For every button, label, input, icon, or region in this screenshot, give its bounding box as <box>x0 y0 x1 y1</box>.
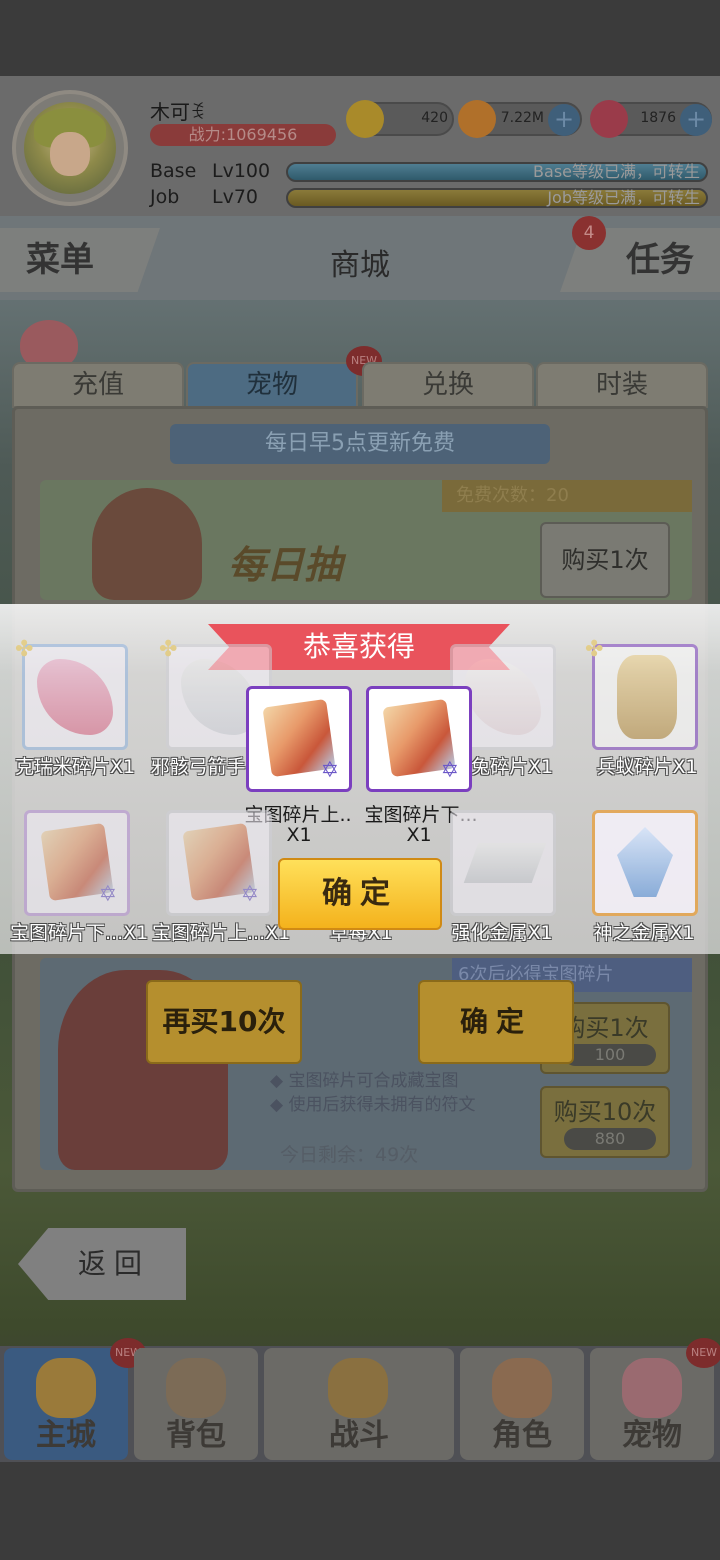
clover-icon: ✤ <box>15 637 34 662</box>
avatar-face <box>50 132 90 176</box>
character-icon <box>492 1358 552 1418</box>
bottom-nav-battle-label: 战斗 <box>329 1418 389 1453</box>
job-label: Job <box>150 186 180 208</box>
base-level: Lv100 <box>212 160 271 182</box>
daily-draw-title: 每日抽 <box>228 543 343 587</box>
featured-item-qty: X1 <box>406 824 432 846</box>
gold-coin-icon <box>458 100 496 138</box>
cremy-shard-icon <box>37 659 113 735</box>
job-level: Lv70 <box>212 186 259 208</box>
backpack-icon <box>166 1358 226 1418</box>
bottom-nav-battle[interactable]: 战斗 <box>264 1348 454 1460</box>
bullet-2: ◆ 使用后获得未拥有的符文 <box>270 1095 476 1115</box>
gold-value: 7.22M <box>500 110 544 126</box>
status-bar-area <box>0 0 720 76</box>
reward-item-label: 邪骸弓箭手 <box>150 756 246 778</box>
tab-pet[interactable]: 宠物 <box>186 362 358 408</box>
enhancement-metal-icon <box>463 843 547 883</box>
zeny-coin-icon <box>346 100 384 138</box>
reward-item[interactable]: ✤ <box>585 637 698 750</box>
reward-item[interactable]: ✡ <box>24 810 130 916</box>
reward-item-label: 宝图碎片上...X1 <box>152 922 291 944</box>
bottom-nav-character[interactable]: 角色 <box>460 1348 584 1460</box>
player-name: 木可ꉂ <box>150 96 206 125</box>
reward-item-label: 兵蚁碎片X1 <box>596 756 698 778</box>
pet-new-badge: NEW <box>686 1338 720 1368</box>
remaining-count: 今日剩余：49次 <box>280 1144 419 1166</box>
divine-metal-crystal-icon <box>617 827 673 897</box>
confirm-button[interactable]: 确定 <box>278 858 442 930</box>
bottom-nav-character-label: 角色 <box>492 1418 552 1453</box>
star-of-david-icon: ✡ <box>98 882 117 907</box>
buy-ten-label: 购买10次 <box>553 1098 657 1126</box>
reward-item[interactable] <box>592 810 698 916</box>
star-of-david-icon: ✡ <box>440 758 459 783</box>
reward-item-label: 强化金属X1 <box>451 922 553 944</box>
featured-item-qty: X1 <box>286 824 312 846</box>
combat-power: 战力:1069456 <box>150 124 336 146</box>
add-gem-icon[interactable]: + <box>680 104 712 136</box>
castle-icon <box>36 1358 96 1418</box>
zeny-value: 420 <box>421 110 448 126</box>
navigation-bar-area <box>0 1462 720 1560</box>
player-name-tag: ꉂ <box>190 100 206 124</box>
avatar[interactable] <box>24 102 116 194</box>
reward-item[interactable]: ✡ <box>166 810 272 916</box>
gem-value: 1876 <box>640 110 676 126</box>
base-exp-bar: Base等级已满，可转生 <box>286 162 708 182</box>
bullet-1-text: 宝图碎片可合成藏宝图 <box>288 1071 459 1091</box>
job-exp-bar: Job等级已满，可转生 <box>286 188 708 208</box>
featured-reward-item[interactable]: ✡ <box>366 686 472 792</box>
star-of-david-icon: ✡ <box>240 882 259 907</box>
page-title: 商城 <box>330 248 390 283</box>
star-of-david-icon: ✡ <box>320 758 339 783</box>
clover-icon: ✤ <box>159 637 178 662</box>
bunny-shard-icon <box>465 659 541 735</box>
bottom-nav-bag[interactable]: 背包 <box>134 1348 258 1460</box>
bottom-nav-main-city-label: 主城 <box>36 1418 96 1453</box>
base-label: Base <box>150 160 197 182</box>
buy-again-ten-button[interactable]: 再买10次 <box>146 980 302 1064</box>
tab-fashion[interactable]: 时装 <box>536 362 708 408</box>
reward-item-label: 克瑞米碎片X1 <box>14 756 136 778</box>
pet-poring-icon <box>622 1358 682 1418</box>
clover-icon: ✤ <box>585 637 604 662</box>
back-button[interactable]: 返回 <box>18 1228 186 1300</box>
soldier-ant-shard-icon <box>617 655 677 739</box>
bullet-1: ◆ 宝图碎片可合成藏宝图 <box>270 1071 459 1091</box>
crossed-swords-icon <box>328 1358 388 1418</box>
reward-item-label: 神之金属X1 <box>593 922 695 944</box>
tab-exchange[interactable]: 兑换 <box>362 362 534 408</box>
mermaid-character-art <box>92 488 202 600</box>
confirm-secondary-button[interactable]: 确定 <box>418 980 574 1064</box>
reward-item[interactable] <box>450 810 556 916</box>
reward-item[interactable]: ✤ <box>15 637 128 750</box>
menu-button[interactable]: 菜单 <box>0 228 160 292</box>
bottom-nav-pet-label: 宠物 <box>622 1418 682 1453</box>
buy-once-cost: 100 <box>564 1044 656 1066</box>
bullet-2-text: 使用后获得未拥有的符文 <box>288 1095 476 1115</box>
bottom-nav-main-city[interactable]: 主城 <box>4 1348 128 1460</box>
red-gem-icon <box>590 100 628 138</box>
reward-item-label: 宝图碎片下...X1 <box>10 922 149 944</box>
daily-refresh-note: 每日早5点更新免费 <box>170 424 550 464</box>
player-name-text: 木可 <box>150 100 190 124</box>
buy-ten-button[interactable]: 购买10次 880 <box>540 1086 670 1158</box>
free-count-label: 免费次数：20 <box>442 480 692 512</box>
add-gold-icon[interactable]: + <box>548 104 580 136</box>
reward-item-label: 兔碎片X1 <box>470 756 554 778</box>
daily-buy-once-button[interactable]: 购买1次 <box>540 522 670 598</box>
buy-ten-cost: 880 <box>564 1128 656 1150</box>
tab-recharge[interactable]: 充值 <box>12 362 184 408</box>
task-count-badge: 4 <box>572 216 606 250</box>
featured-reward-item[interactable]: ✡ <box>246 686 352 792</box>
bottom-nav-bag-label: 背包 <box>166 1418 226 1453</box>
